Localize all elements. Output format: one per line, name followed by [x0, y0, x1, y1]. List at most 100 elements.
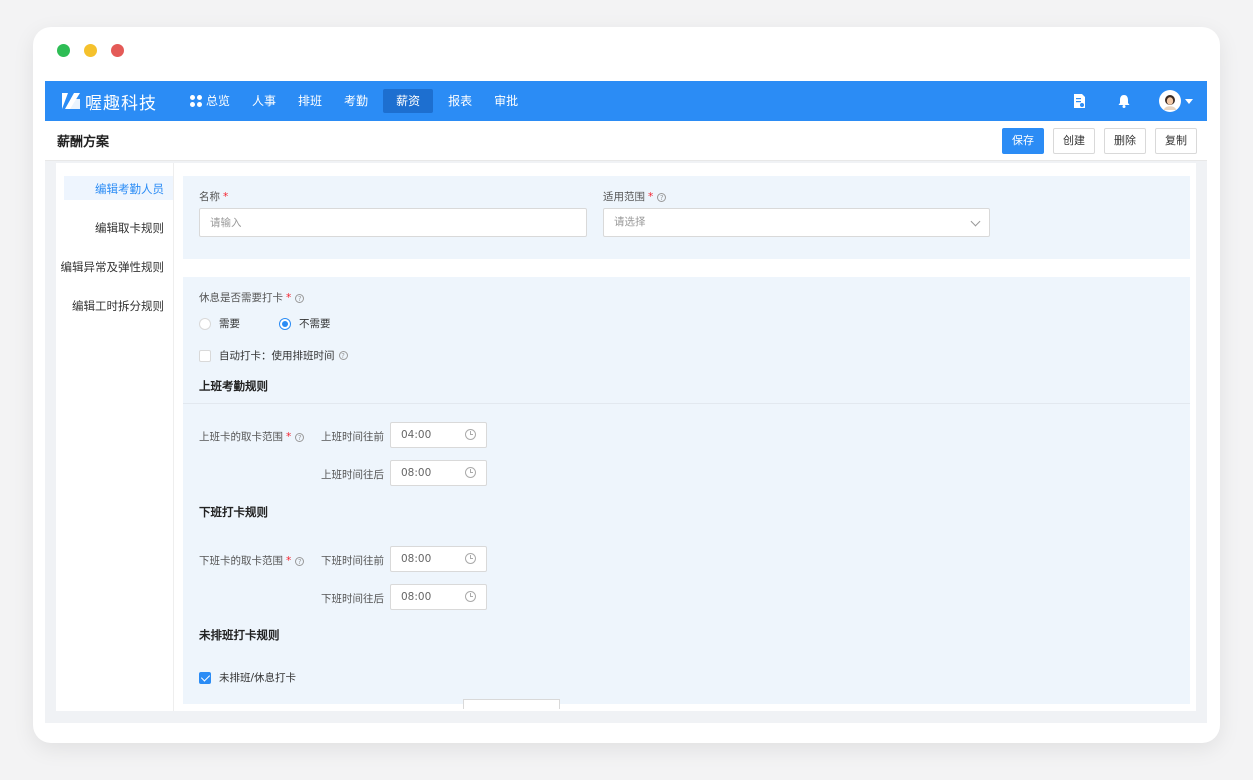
- create-button[interactable]: 创建: [1053, 128, 1095, 154]
- header-actions: 保存 创建 删除 复制: [1002, 128, 1197, 154]
- off-duty-before-time-input[interactable]: 08:00: [390, 546, 487, 572]
- help-icon[interactable]: ?: [338, 351, 348, 360]
- punch-rules-panel: 休息是否需要打卡*? 需要 不需要 自动打卡：使用排班时间 ? 上班考勤规则: [183, 277, 1190, 709]
- nav-right-tools: [1071, 81, 1207, 121]
- window-yellow-dot[interactable]: [84, 44, 97, 57]
- nav-item-payroll[interactable]: 薪资: [383, 89, 434, 113]
- auto-punch-label: 自动打卡：使用排班时间: [219, 350, 335, 362]
- off-duty-after-time-input[interactable]: 08:00: [390, 584, 487, 610]
- nav-label: 总览: [206, 94, 231, 108]
- chevron-down-icon: [970, 216, 981, 227]
- name-label-text: 名称: [199, 191, 220, 203]
- nav-label: 薪资: [396, 94, 421, 108]
- scope-select-placeholder: 请选择: [614, 216, 646, 228]
- help-icon[interactable]: ?: [295, 433, 305, 442]
- on-duty-after-time-input[interactable]: 08:00: [390, 460, 487, 486]
- on-duty-range-label: 上班卡的取卡范围 *?: [199, 429, 305, 444]
- off-duty-after-label: 下班时间往后: [321, 593, 384, 605]
- basic-info-panel: 名称* 适用范围*? 请选择: [183, 176, 1190, 259]
- time-value: 04:00: [401, 429, 432, 441]
- rest-punch-label: 休息是否需要打卡 *?: [199, 290, 305, 305]
- scope-select[interactable]: 请选择: [603, 208, 990, 237]
- checkbox-box-checked: [199, 671, 211, 684]
- auto-punch-checkbox[interactable]: 自动打卡：使用排班时间 ?: [199, 348, 348, 363]
- nav-label: 人事: [252, 94, 277, 108]
- bell-icon[interactable]: [1116, 93, 1132, 109]
- clock-icon: [465, 591, 476, 602]
- user-avatar-icon: [1164, 95, 1176, 110]
- clock-icon: [465, 467, 476, 478]
- nav-label: 排班: [298, 94, 323, 108]
- off-duty-before-label: 下班时间往前: [321, 555, 384, 567]
- main-nav: 总览 人事 排班 考勤 薪资 报表 审批: [179, 81, 529, 121]
- nav-label: 报表: [448, 94, 473, 108]
- nav-item-approval[interactable]: 审批: [483, 89, 529, 113]
- required-mark: *: [286, 555, 292, 567]
- name-label: 名称 *: [199, 189, 228, 204]
- partially-visible-input[interactable]: [463, 699, 560, 709]
- window-green-dot[interactable]: [57, 44, 70, 57]
- rest-punch-label-text: 休息是否需要打卡: [199, 292, 283, 304]
- radio-label: 需要: [219, 318, 240, 330]
- side-nav: 编辑考勤人员 编辑取卡规则 编辑异常及弹性规则 编辑工时拆分规则: [56, 163, 174, 711]
- clock-icon: [465, 429, 476, 440]
- radio-circle: [199, 317, 211, 330]
- nav-item-reports[interactable]: 报表: [437, 89, 483, 113]
- checkbox-box: [199, 349, 211, 362]
- page-title: 薪酬方案: [57, 135, 110, 150]
- clock-icon: [465, 553, 476, 564]
- side-item-edit-attendance-staff[interactable]: 编辑考勤人员: [95, 181, 164, 197]
- name-input[interactable]: [199, 208, 587, 237]
- side-item-edit-work-hour-split[interactable]: 编辑工时拆分规则: [72, 298, 164, 314]
- copy-button[interactable]: 复制: [1155, 128, 1197, 154]
- off-duty-range-label: 下班卡的取卡范围 *?: [199, 553, 305, 568]
- top-navbar: 喔趣科技 总览 人事 排班 考勤 薪资 报表 审批: [45, 81, 1207, 121]
- on-duty-before-time-input[interactable]: 04:00: [390, 422, 487, 448]
- time-value: 08:00: [401, 553, 432, 565]
- help-icon[interactable]: ?: [295, 294, 305, 303]
- unscheduled-section-title: 未排班打卡规则: [199, 628, 280, 642]
- side-item-edit-exception-rules[interactable]: 编辑异常及弹性规则: [61, 259, 165, 275]
- document-icon[interactable]: [1071, 93, 1087, 109]
- time-value: 08:00: [401, 591, 432, 603]
- window-red-dot[interactable]: [111, 44, 124, 57]
- on-duty-before-label: 上班时间往前: [321, 431, 384, 443]
- nav-label: 审批: [494, 94, 519, 108]
- page-header: 薪酬方案 保存 创建 删除 复制: [45, 121, 1207, 161]
- grid-icon: [190, 95, 202, 107]
- help-icon[interactable]: ?: [657, 193, 667, 202]
- user-menu-caret-icon[interactable]: [1185, 98, 1193, 104]
- on-duty-after-label: 上班时间往后: [321, 469, 384, 481]
- required-mark: *: [648, 191, 654, 203]
- scope-label: 适用范围 *?: [603, 189, 667, 204]
- nav-item-personnel[interactable]: 人事: [241, 89, 287, 113]
- section-divider: [183, 403, 1190, 404]
- unscheduled-punch-label: 未排班/休息打卡: [219, 672, 297, 684]
- on-duty-range-label-text: 上班卡的取卡范围: [199, 431, 283, 443]
- off-duty-range-label-text: 下班卡的取卡范围: [199, 555, 283, 567]
- nav-item-attendance[interactable]: 考勤: [333, 89, 379, 113]
- required-mark: *: [223, 191, 229, 203]
- nav-item-scheduling[interactable]: 排班: [287, 89, 333, 113]
- off-duty-section-title: 下班打卡规则: [199, 505, 268, 519]
- app-window: 喔趣科技 总览 人事 排班 考勤 薪资 报表 审批 薪酬方案 保存 创建 删除 …: [33, 27, 1220, 743]
- brand-logo-icon: [62, 93, 80, 109]
- required-mark: *: [286, 292, 292, 304]
- save-button[interactable]: 保存: [1002, 128, 1044, 154]
- required-mark: *: [286, 431, 292, 443]
- content-area: 编辑考勤人员 编辑取卡规则 编辑异常及弹性规则 编辑工时拆分规则 名称* 适用范…: [56, 163, 1196, 711]
- user-avatar[interactable]: [1159, 90, 1181, 112]
- help-icon[interactable]: ?: [295, 557, 305, 566]
- unscheduled-punch-checkbox[interactable]: 未排班/休息打卡: [199, 670, 296, 685]
- app-container: 喔趣科技 总览 人事 排班 考勤 薪资 报表 审批 薪酬方案 保存 创建 删除 …: [45, 81, 1207, 723]
- radio-circle-checked: [279, 317, 291, 330]
- radio-label: 不需要: [299, 318, 331, 330]
- time-value: 08:00: [401, 467, 432, 479]
- nav-item-overview[interactable]: 总览: [179, 89, 241, 113]
- rest-punch-radio-not-need[interactable]: 不需要: [279, 316, 331, 331]
- side-item-edit-punch-rules[interactable]: 编辑取卡规则: [95, 220, 164, 236]
- delete-button[interactable]: 删除: [1104, 128, 1146, 154]
- nav-label: 考勤: [344, 94, 369, 108]
- rest-punch-radio-need[interactable]: 需要: [199, 316, 240, 331]
- brand[interactable]: 喔趣科技: [62, 89, 179, 114]
